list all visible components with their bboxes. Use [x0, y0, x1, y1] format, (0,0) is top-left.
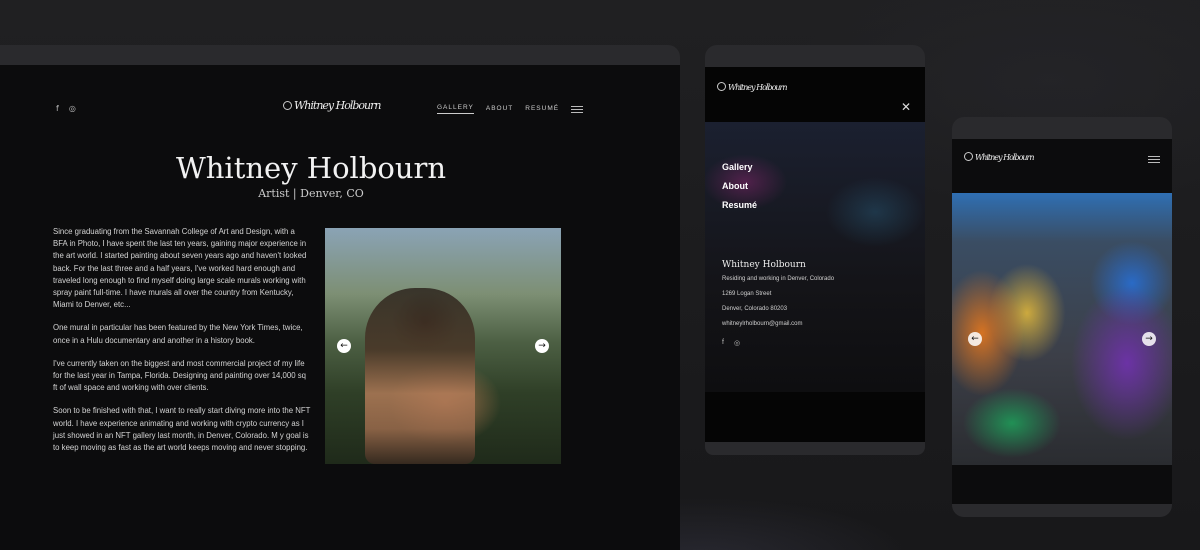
close-icon[interactable]: ✕	[901, 100, 911, 114]
bio-paragraph: I've currently taken on the biggest and …	[53, 358, 306, 393]
phone-mural-image: ← →	[952, 193, 1172, 465]
instagram-icon[interactable]: ◎	[69, 104, 76, 113]
bio-paragraph: Soon to be finished with that, I want to…	[53, 406, 311, 453]
slider-prev-button[interactable]: ←	[337, 339, 351, 353]
desktop-mockup: f ◎ Whitney Holbourn GALLERY ABOUT RESUM…	[0, 45, 680, 550]
logo-text: Whitney Holbourn	[294, 99, 381, 112]
instagram-icon[interactable]: ◎	[734, 339, 740, 347]
tablet-contact-info: Whitney Holbourn Residing and working in…	[722, 260, 834, 347]
logo-text: Whitney Holbourn	[975, 153, 1035, 162]
contact-residence: Residing and working in Denver, Colorado	[722, 276, 835, 282]
slider-next-button[interactable]: →	[535, 339, 549, 353]
logo-circle-icon	[964, 152, 973, 161]
site-logo[interactable]: Whitney Holbourn	[283, 95, 381, 113]
desktop-social-links: f ◎	[56, 104, 76, 113]
menu-item-resume[interactable]: Resumé	[722, 200, 757, 210]
nav-about[interactable]: ABOUT	[486, 105, 513, 114]
contact-email[interactable]: whitneylrholbourn@gmail.com	[722, 321, 834, 327]
hero-subtitle: Artist | Denver, CO	[258, 187, 364, 200]
slider-next-button[interactable]: →	[1142, 332, 1156, 346]
hamburger-menu-icon[interactable]	[1148, 156, 1160, 163]
desktop-nav: GALLERY ABOUT RESUMÉ	[437, 104, 584, 114]
phone-screen: Whitney Holbourn ← →	[952, 139, 1172, 504]
slider-photo-subject	[365, 288, 475, 464]
tablet-mockup: Whitney Holbourn ✕ Gallery About Resumé …	[705, 45, 925, 455]
bio-paragraph: Since graduating from the Savannah Colle…	[53, 227, 307, 310]
logo-circle-icon	[283, 100, 292, 110]
tablet-logo[interactable]: Whitney Holbourn	[717, 79, 788, 93]
nav-gallery[interactable]: GALLERY	[437, 104, 474, 114]
facebook-icon[interactable]: f	[56, 104, 59, 113]
hero-name: Whitney Holbourn	[175, 151, 447, 185]
menu-item-about[interactable]: About	[722, 181, 757, 191]
logo-circle-icon	[717, 82, 726, 91]
tablet-social-links: f ◎	[722, 339, 834, 347]
contact-street: 1269 Logan Street	[722, 291, 772, 297]
tablet-screen: Whitney Holbourn ✕	[705, 67, 925, 442]
nav-resume[interactable]: RESUMÉ	[525, 105, 559, 114]
phone-logo[interactable]: Whitney Holbourn	[964, 149, 1035, 163]
contact-city: Denver, Colorado 80203	[722, 306, 788, 312]
hamburger-menu-icon[interactable]	[571, 105, 584, 113]
facebook-icon[interactable]: f	[722, 339, 724, 347]
tablet-menu: Gallery About Resumé	[722, 162, 757, 219]
image-slider: ← →	[325, 228, 561, 464]
phone-mockup: Whitney Holbourn ← →	[952, 117, 1172, 517]
bio-paragraph: One mural in particular has been feature…	[53, 323, 303, 345]
menu-item-gallery[interactable]: Gallery	[722, 162, 757, 172]
logo-text: Whitney Holbourn	[728, 83, 788, 92]
desktop-screen: f ◎ Whitney Holbourn GALLERY ABOUT RESUM…	[0, 65, 680, 550]
slider-prev-button[interactable]: ←	[968, 332, 982, 346]
bio-text: Since graduating from the Savannah Colle…	[53, 226, 311, 465]
contact-name: Whitney Holbourn	[722, 260, 806, 270]
